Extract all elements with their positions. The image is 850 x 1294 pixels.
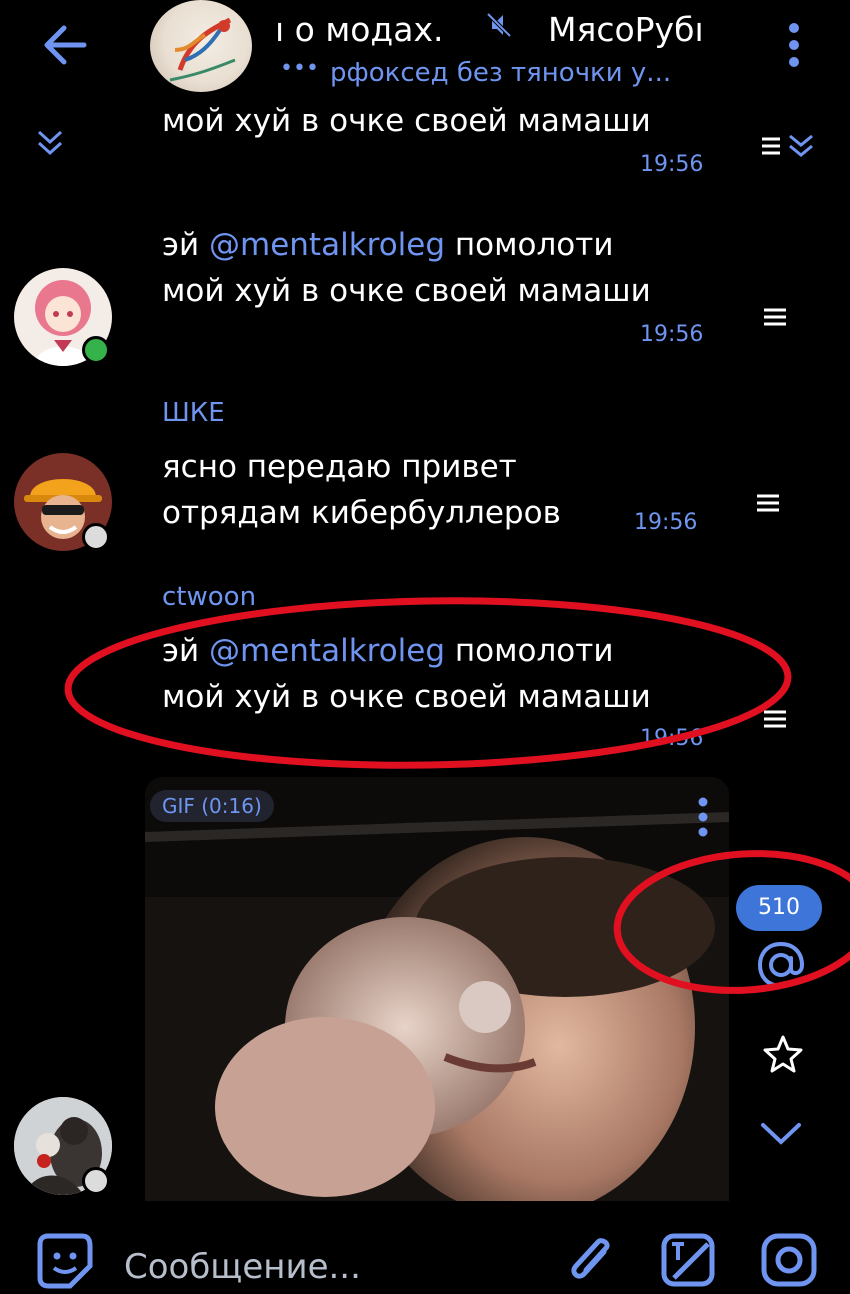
message-actions-button[interactable] <box>762 306 788 332</box>
message-text: эй @mentalkroleg помолоти <box>162 227 614 263</box>
user-mention[interactable]: @mentalkroleg <box>209 633 445 669</box>
scroll-down-button[interactable] <box>760 1120 802 1152</box>
image-text-edit-icon <box>661 1233 715 1287</box>
menu-double-chevron-icon <box>762 134 813 157</box>
vertical-dots-icon <box>789 23 799 67</box>
offline-status-icon <box>82 523 110 551</box>
sticker-smile-icon <box>37 1233 93 1289</box>
double-chevron-down-icon <box>37 130 63 156</box>
offline-status-icon <box>82 1167 110 1195</box>
bird-logo-icon <box>169 17 236 82</box>
message-actions-button[interactable] <box>762 708 788 734</box>
chat-title-continuation: МясоРубı <box>548 10 704 49</box>
camera-icon <box>761 1233 817 1287</box>
vertical-dots-icon <box>698 797 708 837</box>
message-time: 19:56 <box>640 726 704 751</box>
message-time: 19:56 <box>634 510 698 535</box>
more-menu-button[interactable] <box>782 22 806 70</box>
message-text: мой хуй в очке своей мамаши <box>162 103 651 139</box>
gif-thumbnail-image <box>145 777 729 1201</box>
arrow-left-icon <box>44 25 87 65</box>
star-icon <box>763 1035 803 1073</box>
message-text-line2: мой хуй в очке своей мамаши <box>162 273 651 309</box>
at-sign-icon <box>757 941 805 989</box>
mention-jump-button[interactable] <box>754 938 808 996</box>
message-time: 19:56 <box>640 322 704 347</box>
message-author[interactable]: ctwoon <box>162 582 256 612</box>
message-actions-button[interactable] <box>760 133 818 159</box>
paperclip-icon <box>571 1238 610 1279</box>
message-time: 19:56 <box>640 152 704 177</box>
muted-icon <box>484 10 514 44</box>
typing-indicator: ••• <box>280 56 319 81</box>
message-text: ясно передаю привет <box>162 449 517 485</box>
message-text-line2: отрядам кибербуллеров <box>162 495 561 531</box>
chat-title[interactable]: ı о модах. <box>275 10 443 49</box>
back-button[interactable] <box>40 22 90 68</box>
chevron-down-icon <box>761 1123 801 1145</box>
gif-menu-button[interactable] <box>694 797 712 841</box>
menu-icon <box>764 308 786 326</box>
message-text: эй @mentalkroleg помолоти <box>162 633 614 669</box>
message-text-line2: мой хуй в очке своей мамаши <box>162 679 651 715</box>
camera-button[interactable] <box>760 1230 818 1292</box>
chat-subtitle: рфоксед без тяночки у... <box>330 58 672 88</box>
unread-mentions-badge[interactable]: 510 <box>736 885 822 931</box>
message-actions-button[interactable] <box>755 492 781 518</box>
emoji-button[interactable] <box>36 1232 94 1294</box>
favorites-button[interactable] <box>762 1034 804 1078</box>
message-composer: Сообщение... <box>0 1210 850 1289</box>
attach-button[interactable] <box>566 1230 616 1292</box>
message-author[interactable]: ШКЕ <box>162 398 225 428</box>
media-editor-button[interactable] <box>660 1230 718 1292</box>
message-input[interactable]: Сообщение... <box>124 1247 361 1287</box>
gif-preview[interactable] <box>145 777 729 1201</box>
user-mention[interactable]: @mentalkroleg <box>209 227 445 263</box>
chat-avatar[interactable] <box>150 0 252 92</box>
gif-duration-badge: GIF (0:16) <box>150 790 274 822</box>
online-status-icon <box>82 336 110 364</box>
menu-icon <box>764 710 786 728</box>
scroll-to-first-button[interactable] <box>35 128 65 158</box>
menu-icon <box>757 494 779 512</box>
